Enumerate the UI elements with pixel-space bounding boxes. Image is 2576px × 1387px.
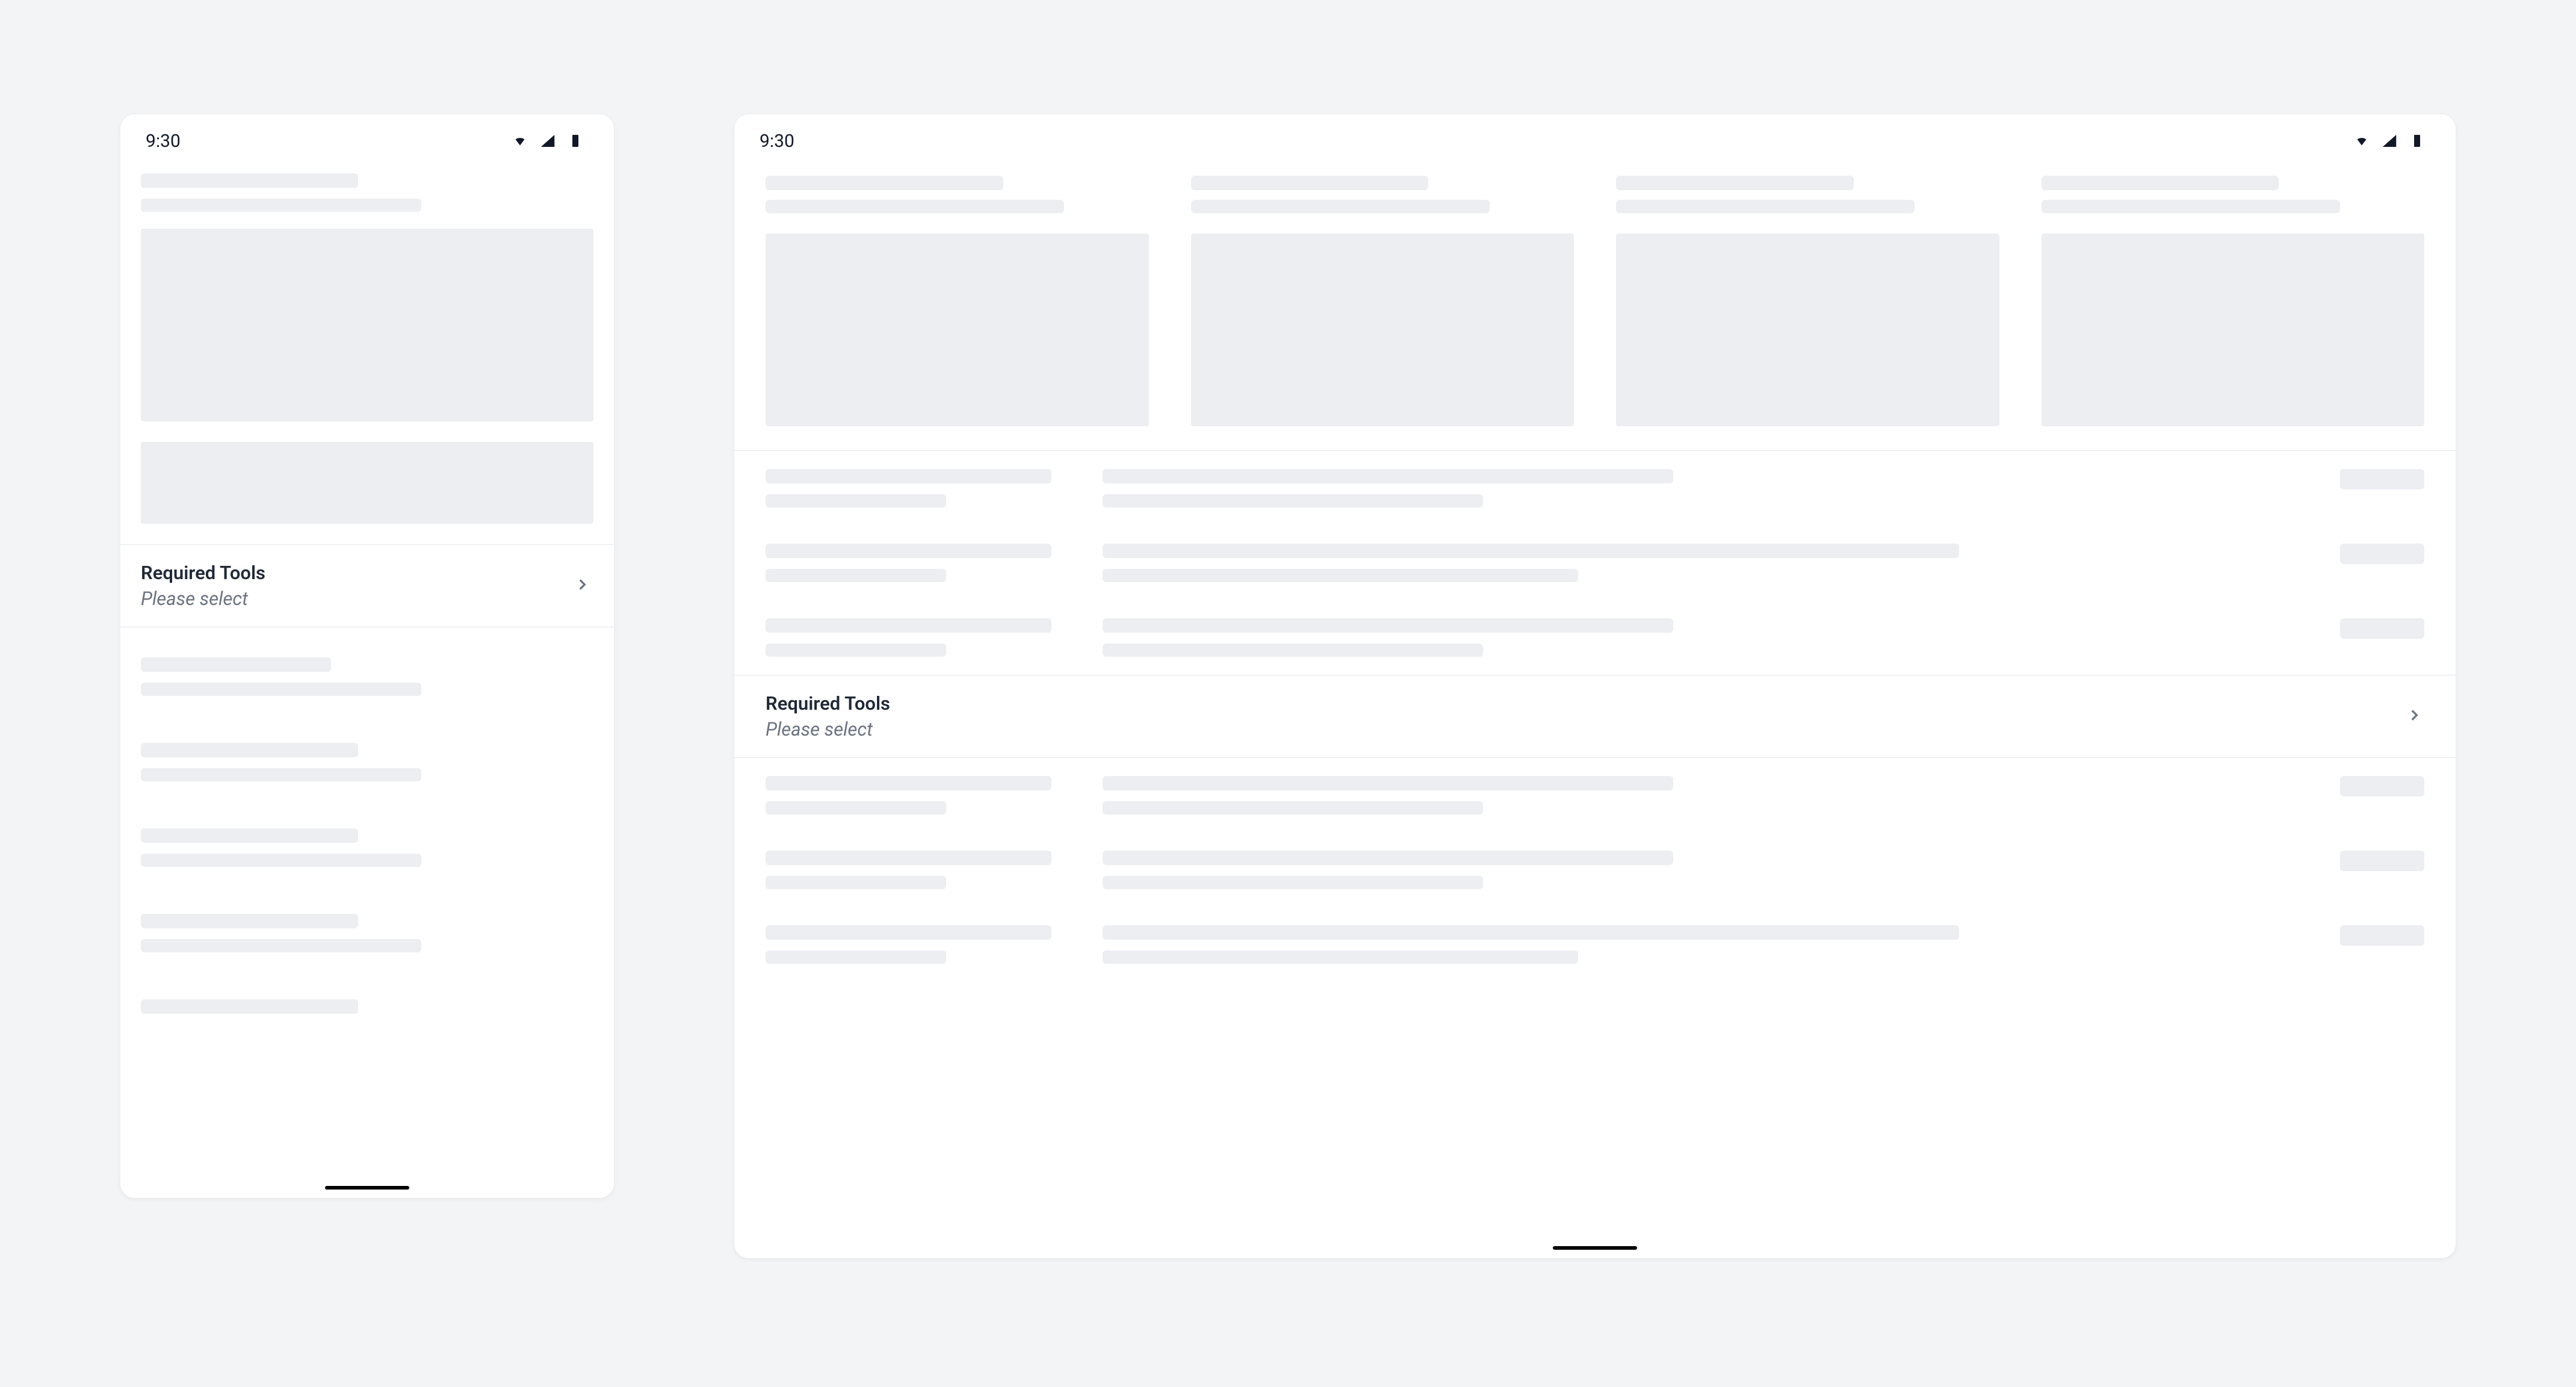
phone-frame: 9:30 Required Tools Please select xyxy=(120,114,614,1198)
field-label: Required Tools xyxy=(141,562,593,584)
skeleton-list-row xyxy=(734,600,2456,675)
skeleton-row xyxy=(120,641,614,713)
skeleton-row xyxy=(120,726,614,798)
home-indicator xyxy=(325,1186,409,1190)
status-icons xyxy=(507,132,589,150)
field-label: Required Tools xyxy=(766,692,2424,715)
skeleton-sub-block xyxy=(120,442,614,524)
skeleton-card xyxy=(2042,176,2425,426)
skeleton-row xyxy=(120,982,614,1031)
skeleton-card xyxy=(1191,176,1574,426)
battery-icon xyxy=(2404,132,2430,150)
skeleton-list-row xyxy=(734,833,2456,907)
field-placeholder: Please select xyxy=(766,718,2424,740)
skeleton-list-row xyxy=(734,451,2456,526)
home-indicator xyxy=(1553,1246,1637,1250)
skeleton-header xyxy=(120,173,614,212)
skeleton-hero-block xyxy=(120,229,614,421)
skeleton-card xyxy=(1616,176,1999,426)
required-tools-field[interactable]: Required Tools Please select xyxy=(734,675,2456,758)
skeleton-row xyxy=(120,897,614,969)
skeleton-list-row xyxy=(734,526,2456,600)
tablet-content: Required Tools Please select xyxy=(734,167,2456,1258)
skeleton-row xyxy=(120,811,614,884)
status-bar: 9:30 xyxy=(734,114,2456,167)
cellular-icon xyxy=(534,132,561,150)
status-time: 9:30 xyxy=(146,131,181,152)
skeleton-list-row xyxy=(734,907,2456,982)
battery-icon xyxy=(562,132,589,150)
chevron-right-icon xyxy=(574,577,590,595)
wifi-icon xyxy=(507,132,533,150)
skeleton-card xyxy=(766,176,1149,426)
skeleton-card-row xyxy=(734,167,2456,450)
field-placeholder: Please select xyxy=(141,588,593,610)
required-tools-field[interactable]: Required Tools Please select xyxy=(120,544,614,627)
phone-content: Required Tools Please select xyxy=(120,167,614,1198)
chevron-right-icon xyxy=(2406,707,2422,725)
status-icons xyxy=(2348,132,2430,150)
status-time: 9:30 xyxy=(760,131,794,152)
skeleton-list-row xyxy=(734,758,2456,833)
cellular-icon xyxy=(2376,132,2403,150)
wifi-icon xyxy=(2348,132,2375,150)
tablet-frame: 9:30 xyxy=(734,114,2456,1258)
status-bar: 9:30 xyxy=(120,114,614,167)
